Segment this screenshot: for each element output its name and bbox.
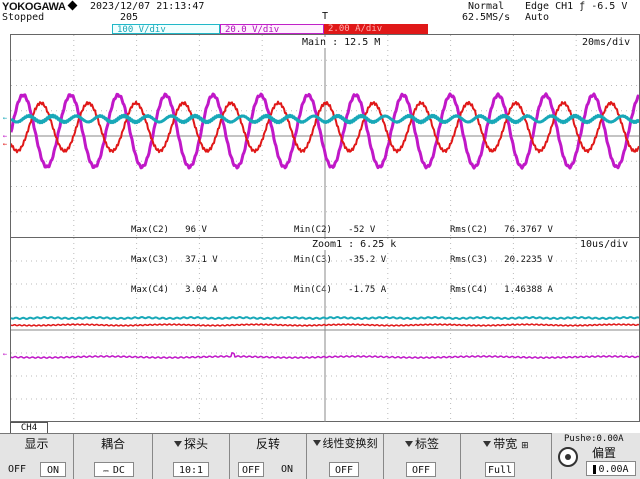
- linear-scale-value[interactable]: OFF: [329, 462, 359, 477]
- invert-on-option[interactable]: ON: [274, 462, 300, 477]
- meas-min-c2: Min(C2) -52 V: [294, 225, 376, 235]
- ch2-ground-marker-icon[interactable]: ←: [0, 114, 10, 123]
- triangle-down-icon: [483, 441, 492, 447]
- zoom-ratio-label: Zoom1 : 6.25 k: [311, 239, 398, 250]
- display-on-option[interactable]: ON: [40, 462, 66, 477]
- coupling-value-text: DC: [112, 465, 125, 476]
- bandwidth-value[interactable]: Full: [485, 462, 515, 477]
- trigger-mode: Auto: [525, 12, 550, 23]
- coupling-softkey[interactable]: 耦合 ⎓ DC: [74, 434, 153, 479]
- ch3-scale-badge[interactable]: 20.0 V/div: [220, 24, 324, 35]
- offset-push-label: Push⊘:0.00A: [564, 434, 624, 444]
- offset-title: 偏置: [592, 446, 617, 460]
- linear-scale-title: 线性变换刻: [307, 437, 383, 451]
- ch2-scale-badge[interactable]: 100 V/div: [112, 24, 220, 35]
- bandwidth-title: 带宽 ⊞: [461, 437, 551, 453]
- label-title: 标签: [384, 437, 460, 451]
- triangle-down-icon: [404, 441, 413, 447]
- offset-value[interactable]: 0.00A: [586, 461, 636, 476]
- menu-channel-tab: CH4: [10, 422, 48, 433]
- ch4-scale-badge[interactable]: 2.00 A/div: [324, 24, 428, 34]
- cursor-bar-icon: [593, 464, 597, 474]
- main-record-label: Main : 12.5 M: [301, 37, 382, 48]
- coupling-value[interactable]: ⎓ DC: [94, 462, 134, 477]
- acq-status: Stopped: [2, 12, 45, 23]
- softkey-bar: 显示 OFF ON 耦合 ⎓ DC 探头 10:1 反转 OFF ON 线性变换…: [0, 433, 640, 479]
- invert-softkey[interactable]: 反转 OFF ON: [230, 434, 307, 479]
- zoom-timebase: 10us/div: [579, 239, 630, 250]
- sample-rate: 62.5MS/s: [462, 12, 511, 23]
- bandwidth-softkey[interactable]: 带宽 ⊞ Full: [461, 434, 552, 479]
- status-header: YOKOGAWA 2023/12/07 21:13:47 Stopped 205…: [0, 0, 640, 35]
- probe-value[interactable]: 10:1: [173, 462, 209, 477]
- display-off-option[interactable]: OFF: [4, 462, 30, 477]
- invert-title: 反转: [255, 437, 280, 451]
- ch4-ground-marker-icon[interactable]: ←: [0, 140, 10, 149]
- offset-softkey[interactable]: Push⊘:0.00A 偏置 0.00A: [552, 433, 640, 479]
- probe-title: 探头: [153, 437, 229, 451]
- linear-scale-softkey[interactable]: 线性变换刻 OFF: [307, 434, 384, 479]
- dc-coupling-icon: ⎓: [103, 467, 113, 475]
- acq-count: 205: [120, 12, 139, 23]
- trigger-position-icon: T: [322, 11, 329, 22]
- main-window: Main : 12.5 M 20ms/div Max(C2) 96 V Max(…: [11, 35, 639, 295]
- meas-rms-c2: Rms(C2) 76.3767 V: [450, 225, 553, 235]
- diamond-icon: [67, 0, 78, 11]
- display-softkey[interactable]: 显示 OFF ON: [0, 434, 74, 479]
- triangle-down-icon: [173, 441, 182, 447]
- scope-display: Main : 12.5 M 20ms/div Max(C2) 96 V Max(…: [10, 34, 640, 422]
- zoom-window: Zoom1 : 6.25 k 10us/div: [11, 237, 639, 422]
- probe-softkey[interactable]: 探头 10:1: [153, 434, 230, 479]
- label-softkey[interactable]: 标签 OFF: [384, 434, 461, 479]
- label-value[interactable]: OFF: [406, 462, 436, 477]
- trigger-setting: Edge CH1 ƒ -6.5 V: [525, 1, 628, 12]
- display-title: 显示: [24, 437, 49, 451]
- zoom-ch3-marker-icon: ←: [2, 350, 8, 358]
- meas-max-c2: Max(C2) 96 V: [131, 225, 207, 235]
- zoom-waveform-graph: [11, 238, 639, 422]
- bandwidth-filter-icon: ⊞: [521, 441, 529, 451]
- acq-mode: Normal: [468, 1, 505, 12]
- main-timebase: 20ms/div: [581, 37, 632, 48]
- triangle-down-icon: [312, 440, 321, 446]
- datetime: 2023/12/07 21:13:47: [90, 1, 205, 12]
- ch4-zoom-trace: [11, 323, 639, 327]
- offset-knob-icon[interactable]: [558, 447, 578, 467]
- ch2-zoom-trace: [11, 316, 639, 320]
- invert-off-option[interactable]: OFF: [238, 462, 264, 477]
- coupling-title: 耦合: [100, 437, 125, 451]
